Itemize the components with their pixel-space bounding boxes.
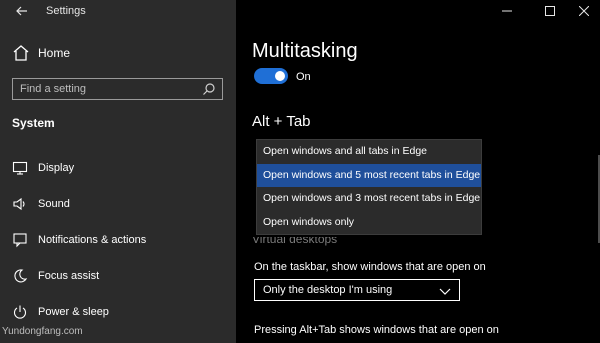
minimize-button[interactable] — [493, 2, 521, 22]
title-bar: Settings — [0, 0, 600, 24]
back-button[interactable] — [12, 4, 32, 20]
toggle-knob — [275, 71, 285, 81]
multitasking-toggle[interactable] — [254, 68, 288, 84]
sidebar-item-display[interactable]: Display — [0, 150, 236, 186]
main-content: Multitasking On Alt + Tab Virtual deskto… — [236, 0, 600, 343]
toggle-state-label: On — [296, 71, 311, 83]
alt-tab-option-selected[interactable]: Open windows and 5 most recent tabs in E… — [257, 163, 481, 187]
page-title: Multitasking — [252, 40, 358, 62]
sidebar-item-label: Notifications & actions — [38, 234, 147, 246]
alt-tab-option[interactable]: Open windows and all tabs in Edge — [257, 140, 481, 164]
taskbar-windows-select[interactable]: Only the desktop I'm using — [254, 279, 460, 301]
maximize-icon — [545, 6, 555, 16]
sidebar-item-label: Power & sleep — [38, 306, 109, 318]
window-title: Settings — [46, 5, 86, 17]
speaker-icon — [13, 197, 25, 211]
back-arrow-icon — [16, 6, 27, 16]
sidebar-item-sound[interactable]: Sound — [0, 186, 236, 222]
monitor-icon — [12, 161, 28, 175]
sidebar-item-label: Sound — [38, 198, 70, 210]
close-icon — [578, 5, 590, 17]
alt-tab-dropdown: Open windows and all tabs in Edge Open w… — [256, 139, 482, 235]
sidebar-item-label: Focus assist — [38, 270, 100, 282]
home-icon — [13, 45, 29, 61]
alt-tab-option[interactable]: Open windows only — [257, 211, 481, 235]
select-value: Only the desktop I'm using — [263, 284, 393, 296]
power-icon — [13, 305, 27, 319]
search-input[interactable] — [20, 81, 190, 97]
sidebar-item-label: Display — [38, 162, 75, 174]
close-button[interactable] — [570, 2, 598, 22]
alt-tab-option[interactable]: Open windows and 3 most recent tabs in E… — [257, 187, 481, 211]
sidebar: Home System Display — [0, 0, 236, 343]
alt-tab-windows-label: Pressing Alt+Tab shows windows that are … — [254, 324, 499, 336]
chevron-down-icon — [439, 288, 451, 295]
taskbar-windows-label: On the taskbar, show windows that are op… — [254, 261, 486, 273]
sidebar-item-power-sleep[interactable]: Power & sleep — [0, 294, 236, 330]
sidebar-nav: Display Sound Notifications & actions Fo… — [0, 150, 236, 330]
sidebar-item-focus-assist[interactable]: Focus assist — [0, 258, 236, 294]
search-box[interactable] — [12, 78, 223, 100]
moon-icon — [14, 269, 28, 283]
home-link[interactable]: Home — [12, 44, 70, 62]
search-icon[interactable] — [202, 82, 216, 96]
notifications-icon — [13, 233, 27, 248]
section-heading-system: System — [12, 116, 55, 130]
settings-window: Home System Display — [0, 0, 600, 343]
minimize-icon — [502, 10, 512, 12]
maximize-button[interactable] — [536, 2, 564, 22]
home-label: Home — [38, 46, 71, 60]
alt-tab-heading: Alt + Tab — [252, 113, 311, 130]
watermark: Yundongfang.com — [2, 326, 83, 337]
sidebar-item-notifications[interactable]: Notifications & actions — [0, 222, 236, 258]
